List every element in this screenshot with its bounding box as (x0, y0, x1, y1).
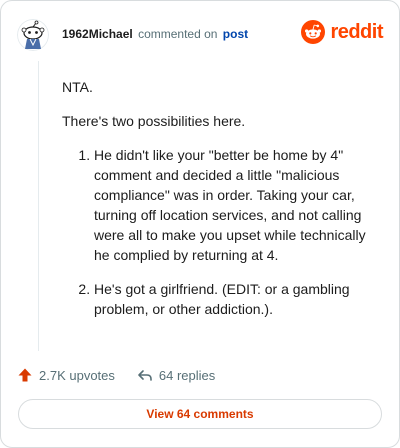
username-link[interactable]: 1962Michael (62, 27, 133, 41)
post-link[interactable]: post (223, 27, 248, 41)
reply-count: 64 replies (158, 367, 216, 383)
reddit-brand[interactable]: reddit (301, 20, 383, 44)
action-text: commented on (138, 27, 218, 41)
comment-actions: 2.7K upvotes 64 replies (17, 367, 237, 383)
comment-list: He didn't like your "better be home by 4… (62, 145, 382, 319)
upvote-button[interactable]: 2.7K upvotes (17, 367, 115, 383)
comment-byline: 1962Michael commented on post (62, 27, 248, 41)
reddit-logo-icon (301, 20, 326, 44)
comment-body: NTA. There's two possibilities here. He … (62, 77, 382, 333)
list-item: He didn't like your "better be home by 4… (94, 145, 382, 265)
comment-paragraph: NTA. (62, 79, 93, 95)
thread-line (38, 61, 39, 351)
list-item: He's got a girlfriend. (EDIT: or a gambl… (94, 279, 382, 319)
user-avatar[interactable] (17, 19, 49, 51)
view-comments-button[interactable]: View 64 comments (18, 399, 382, 429)
brand-wordmark: reddit (330, 20, 383, 43)
upvote-arrow-icon (18, 368, 32, 382)
replies-button[interactable]: 64 replies (137, 367, 215, 383)
reply-arrow-icon (138, 370, 152, 381)
comment-header: 1962Michael commented on post reddit (1, 1, 399, 67)
comment-card: 1962Michael commented on post reddit NTA… (0, 0, 400, 448)
comment-paragraph: There's two possibilities here. (62, 113, 246, 129)
upvote-count: 2.7K upvotes (39, 367, 115, 383)
